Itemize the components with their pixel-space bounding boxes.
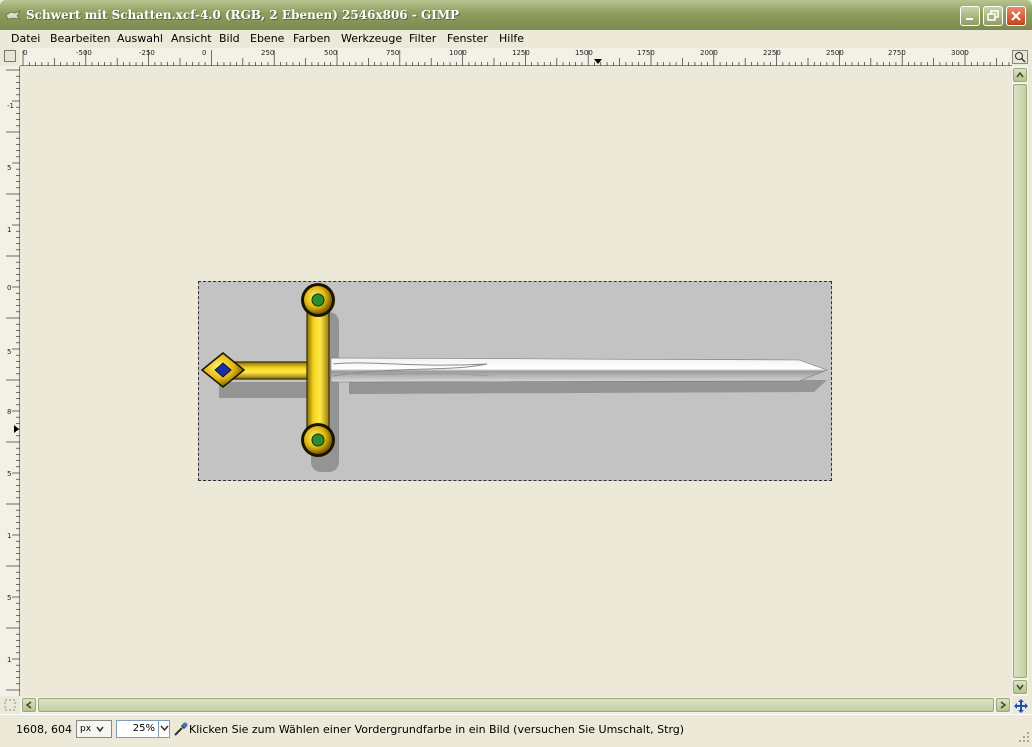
hruler-label: 1000 (449, 49, 467, 57)
scroll-up-button[interactable] (1013, 68, 1027, 82)
hruler-label: 2000 (700, 49, 718, 57)
hruler-label: 500 (324, 49, 338, 57)
gimp-wilber-icon (5, 10, 21, 20)
image-canvas[interactable] (20, 66, 1012, 696)
close-icon (1011, 11, 1021, 21)
zoom-value: 25% (132, 723, 155, 734)
menu-datei[interactable]: Datei (11, 32, 40, 45)
menu-hilfe[interactable]: Hilfe (499, 32, 524, 45)
unit-select[interactable]: px (76, 720, 112, 738)
menu-werkzeuge[interactable]: Werkzeuge (341, 32, 402, 45)
close-button[interactable] (1006, 6, 1026, 26)
vruler-label: 5 (7, 348, 12, 356)
vruler-label: 1 (7, 226, 12, 234)
resize-grip-icon[interactable] (1018, 731, 1030, 743)
vruler-label: 1 (7, 532, 12, 540)
vruler-label: 5 (7, 164, 12, 172)
status-message: Klicken Sie zum Wählen einer Vordergrund… (189, 723, 685, 736)
hruler-label: 250 (261, 49, 275, 57)
vruler-label: -1 (7, 102, 14, 110)
hruler-label: 2750 (888, 49, 906, 57)
chevron-down-icon (96, 726, 104, 733)
hruler-label: -250 (139, 49, 155, 57)
hruler-label: -500 (76, 49, 92, 57)
status-bar: 1608, 604 px 25% Klicken Sie zum Wählen … (0, 714, 1032, 747)
hruler-label: 1750 (637, 49, 655, 57)
zoom-dropdown-button[interactable] (158, 720, 170, 738)
hruler-label: 1500 (575, 49, 593, 57)
vruler-label: 5 (7, 470, 12, 478)
hruler-label: 2250 (763, 49, 781, 57)
pointer-position-marker (594, 59, 602, 64)
selection-dashed-icon[interactable] (4, 699, 16, 711)
quick-mask-toggle[interactable] (4, 50, 16, 62)
vruler-label: 0 (7, 284, 12, 292)
menu-fenster[interactable]: Fenster (447, 32, 488, 45)
hruler-label: 0 (202, 49, 207, 57)
vertical-ruler[interactable]: -1 5 1 0 5 8 5 1 5 1 (0, 66, 20, 696)
unit-value: px (80, 724, 92, 734)
menu-bar: Datei Bearbeiten Auswahl Ansicht Bild Eb… (0, 30, 1032, 48)
pointer-coordinates: 1608, 604 (16, 723, 72, 736)
hruler-label: 0 (23, 49, 28, 57)
horizontal-scroll-thumb[interactable] (38, 698, 994, 712)
vruler-label: 1 (7, 656, 12, 664)
menu-bild[interactable]: Bild (219, 32, 240, 45)
title-bar: Schwert mit Schatten.xcf-4.0 (RGB, 2 Ebe… (0, 0, 1032, 30)
menu-ebene[interactable]: Ebene (250, 32, 284, 45)
vruler-label: 5 (7, 594, 12, 602)
zoom-to-fit-icon[interactable] (1012, 50, 1028, 64)
scroll-right-button[interactable] (996, 698, 1010, 712)
menu-bearbeiten[interactable]: Bearbeiten (50, 32, 110, 45)
vruler-label: 8 (7, 408, 12, 416)
hruler-label: 750 (386, 49, 400, 57)
menu-auswahl[interactable]: Auswahl (117, 32, 163, 45)
restore-button[interactable] (983, 6, 1003, 26)
chevron-up-icon (1016, 71, 1024, 78)
scroll-down-button[interactable] (1013, 680, 1027, 694)
chevron-down-icon (1016, 684, 1024, 691)
chevron-down-icon (160, 725, 169, 732)
minimize-icon (966, 18, 973, 20)
scroll-left-button[interactable] (22, 698, 36, 712)
vertical-scroll-thumb[interactable] (1013, 84, 1027, 678)
menu-filter[interactable]: Filter (409, 32, 436, 45)
hruler-label: 1250 (512, 49, 530, 57)
minimize-button[interactable] (960, 6, 980, 26)
sword-image (200, 283, 828, 472)
chevron-right-icon (1000, 701, 1007, 709)
menu-ansicht[interactable]: Ansicht (171, 32, 212, 45)
hruler-label: 2500 (826, 49, 844, 57)
window-title: Schwert mit Schatten.xcf-4.0 (RGB, 2 Ebe… (26, 8, 460, 22)
vertical-scrollbar[interactable] (1012, 66, 1028, 696)
hruler-label: 3000 (951, 49, 969, 57)
navigate-icon[interactable] (1013, 698, 1029, 714)
horizontal-ruler[interactable]: 0 -500 -250 0 250 500 750 1000 1250 1500… (20, 48, 1012, 66)
horizontal-scrollbar[interactable] (20, 697, 1012, 713)
image-layer[interactable] (198, 281, 832, 481)
chevron-left-icon (25, 701, 32, 709)
color-picker-icon (174, 722, 188, 736)
menu-farben[interactable]: Farben (293, 32, 330, 45)
restore-icon (987, 10, 999, 21)
